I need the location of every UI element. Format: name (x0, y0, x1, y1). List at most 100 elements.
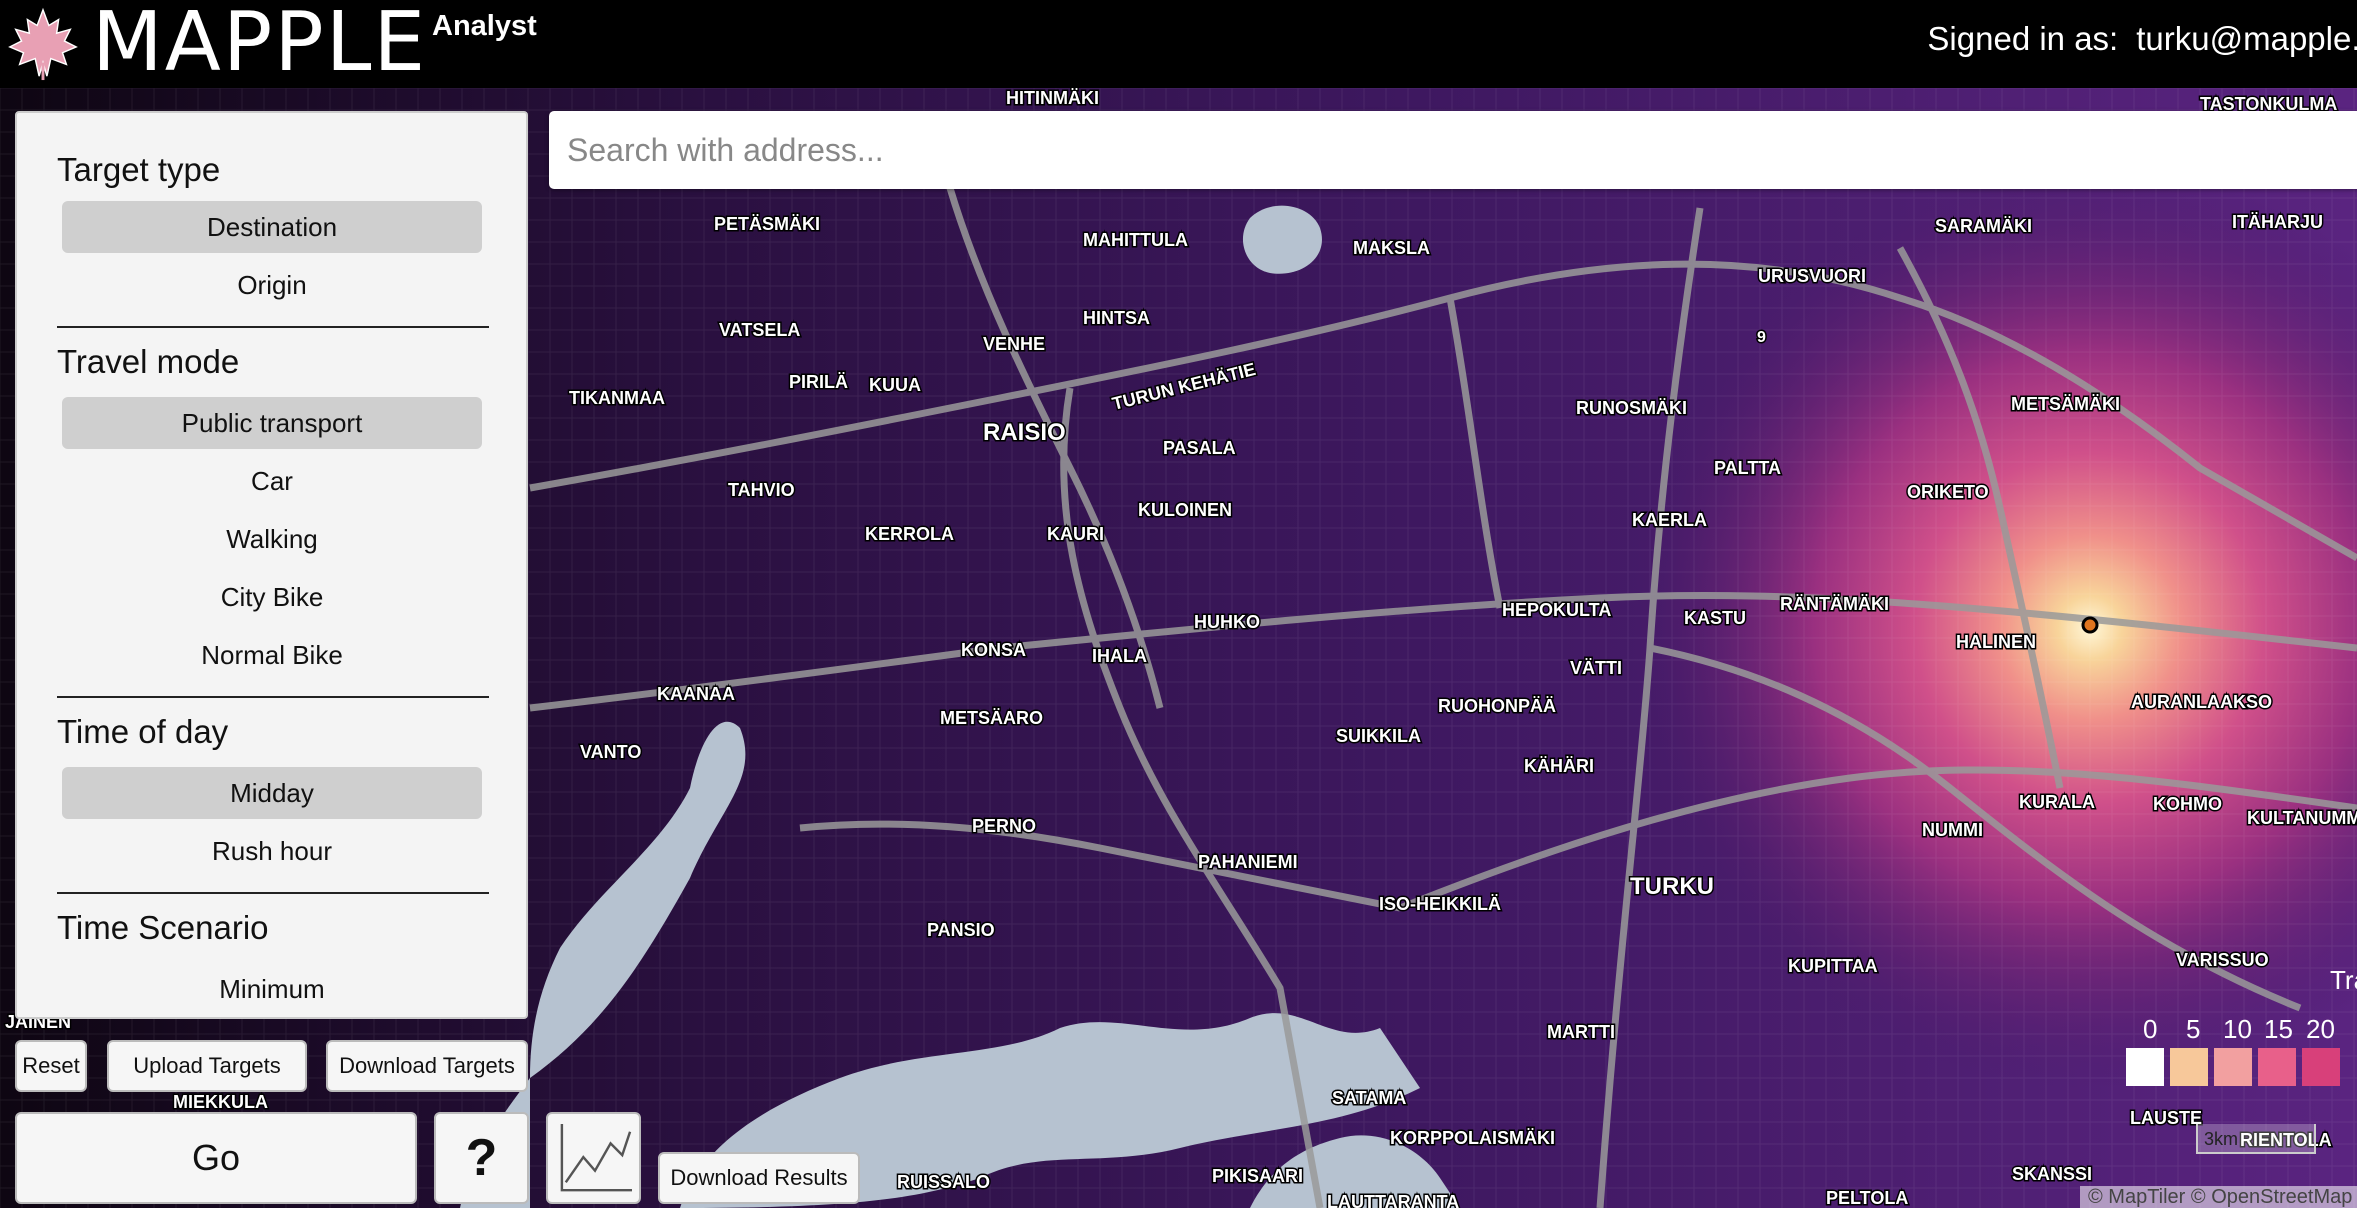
help-button[interactable]: ? (434, 1112, 529, 1204)
chart-button[interactable] (546, 1112, 641, 1204)
top-bar: MAPPLE Analyst Signed in as: turku@mapple… (0, 0, 2357, 88)
download-results-button[interactable]: Download Results (658, 1152, 860, 1204)
map-label: MAHITTULA (1083, 230, 1188, 250)
map-label: KOHMO (2153, 794, 2222, 814)
map-label: RUISSALO (897, 1172, 990, 1192)
map-label: TAHVIO (728, 480, 795, 500)
legend-swatch (2126, 1048, 2164, 1086)
target-type-destination[interactable]: Destination (62, 201, 482, 253)
map-label: PERNO (972, 816, 1036, 836)
map-label: RÄNTÄMÄKI (1780, 594, 1889, 614)
legend-tick: 0 (2143, 1014, 2158, 1044)
time-scenario-title: Time Scenario (57, 909, 269, 946)
map-label: PASALA (1163, 438, 1236, 458)
travel-mode-car[interactable]: Car (62, 455, 482, 507)
map-label: RAISIO (983, 419, 1066, 446)
line-chart-icon (560, 1123, 632, 1192)
time-of-day-rush-hour[interactable]: Rush hour (62, 825, 482, 877)
map-label: SUIKKILA (1336, 726, 1421, 746)
map-label: KURALA (2019, 792, 2095, 812)
travel-mode-city-bike[interactable]: City Bike (62, 571, 482, 623)
map-label: LAUTTARANTA (1327, 1192, 1459, 1208)
legend-tick: 15 (2264, 1014, 2293, 1044)
map-attribution[interactable]: © MapTiler © OpenStreetMap (2080, 1186, 2357, 1208)
map-label: LAUSTE (2130, 1108, 2202, 1128)
map-label: KULTANUMMI (2247, 808, 2357, 828)
user-email[interactable]: turku@mapple.fi (2136, 20, 2357, 57)
time-of-day-midday[interactable]: Midday (62, 767, 482, 819)
map-label: ISO-HEIKKILÄ (1379, 894, 1501, 914)
map-label: PIKISAARI (1212, 1166, 1303, 1186)
time-scenario-minimum[interactable]: Minimum (62, 963, 482, 1015)
target-type-origin[interactable]: Origin (62, 259, 482, 311)
map-label: KUUA (869, 375, 921, 395)
map-label: HUHKO (1194, 612, 1260, 632)
map-label: HITINMÄKI (1006, 88, 1099, 108)
signed-in-label: Signed in as: (1927, 20, 2119, 57)
map-label: PIRILÄ (789, 372, 848, 392)
map-label: KAERLA (1632, 510, 1707, 530)
map-label: HALINEN (1956, 632, 2036, 652)
road-number: 9 (1757, 329, 1766, 346)
map-label: PAHANIEMI (1198, 852, 1298, 872)
upload-targets-button[interactable]: Upload Targets (107, 1040, 307, 1092)
map-label: RUNOSMÄKI (1576, 398, 1687, 418)
map-label: VARISSUO (2176, 950, 2269, 970)
signed-in-info: Signed in as: turku@mapple.fi (1927, 20, 2357, 58)
map-label: TIKANMAA (569, 388, 665, 408)
map-label: KULOINEN (1138, 500, 1232, 520)
map-label: KORPPOLAISMÄKI (1390, 1128, 1555, 1148)
map-label: TURKU (1630, 873, 1714, 900)
reset-button[interactable]: Reset (15, 1040, 87, 1092)
map-label: SATAMA (1332, 1088, 1406, 1108)
map-label: METSÄARO (940, 708, 1043, 728)
map-label: SKANSSI (2012, 1164, 2092, 1184)
selected-location-marker[interactable] (2081, 616, 2099, 634)
map-label: METSÄMÄKI (2011, 394, 2120, 414)
map-label: PELTOLA (1826, 1188, 1908, 1208)
map-label: MIEKKULA (173, 1092, 268, 1112)
legend-swatch (2302, 1048, 2340, 1086)
map-label: RUOHONPÄÄ (1438, 696, 1556, 716)
travel-mode-title: Travel mode (57, 343, 240, 380)
map-label: PALTTA (1714, 458, 1781, 478)
maple-leaf-icon[interactable] (4, 4, 82, 82)
scale-bar: 3km (2196, 1124, 2316, 1154)
map-label: ORIKETO (1907, 482, 1989, 502)
go-button[interactable]: Go (15, 1112, 417, 1204)
divider (57, 326, 489, 328)
legend-tick: 10 (2223, 1014, 2252, 1044)
map-label: URUSVUORI (1758, 266, 1866, 286)
map-label: SARAMÄKI (1935, 216, 2032, 236)
divider (57, 892, 489, 894)
map-label: PETÄSMÄKI (714, 214, 820, 234)
legend-swatch (2214, 1048, 2252, 1086)
map-label: IHALA (1092, 646, 1147, 666)
time-of-day-title: Time of day (57, 713, 229, 750)
travel-mode-walking[interactable]: Walking (62, 513, 482, 565)
map-label: KASTU (1684, 608, 1746, 628)
travel-mode-normal-bike[interactable]: Normal Bike (62, 629, 482, 681)
map-label: PANSIO (927, 920, 995, 940)
map-label: NUMMI (1922, 820, 1983, 840)
map-label: HEPOKULTA (1502, 600, 1611, 620)
legend-swatch (2170, 1048, 2208, 1086)
brand-name: MAPPLE (92, 0, 428, 90)
map-label: ITÄHARJU (2232, 212, 2323, 232)
map-label: VANTO (580, 742, 641, 762)
map-label: AURANLAAKSO (2131, 692, 2272, 712)
legend-title: Trave (2330, 965, 2357, 995)
map-label: KERROLA (865, 524, 954, 544)
map-label: VATSELA (719, 320, 800, 340)
search-input[interactable] (549, 111, 2357, 189)
map-label: KÄHÄRI (1524, 756, 1594, 776)
legend-tick: 5 (2186, 1014, 2201, 1044)
download-targets-button[interactable]: Download Targets (326, 1040, 528, 1092)
travel-mode-public-transport[interactable]: Public transport (62, 397, 482, 449)
map-label: MAKSLA (1353, 238, 1430, 258)
options-panel: Target type Destination Origin Travel mo… (15, 111, 528, 1019)
brand-subtitle: Analyst (432, 10, 537, 42)
address-search[interactable] (549, 111, 2357, 189)
map-label: KAURI (1047, 524, 1104, 544)
map-label: VENHE (983, 334, 1045, 354)
